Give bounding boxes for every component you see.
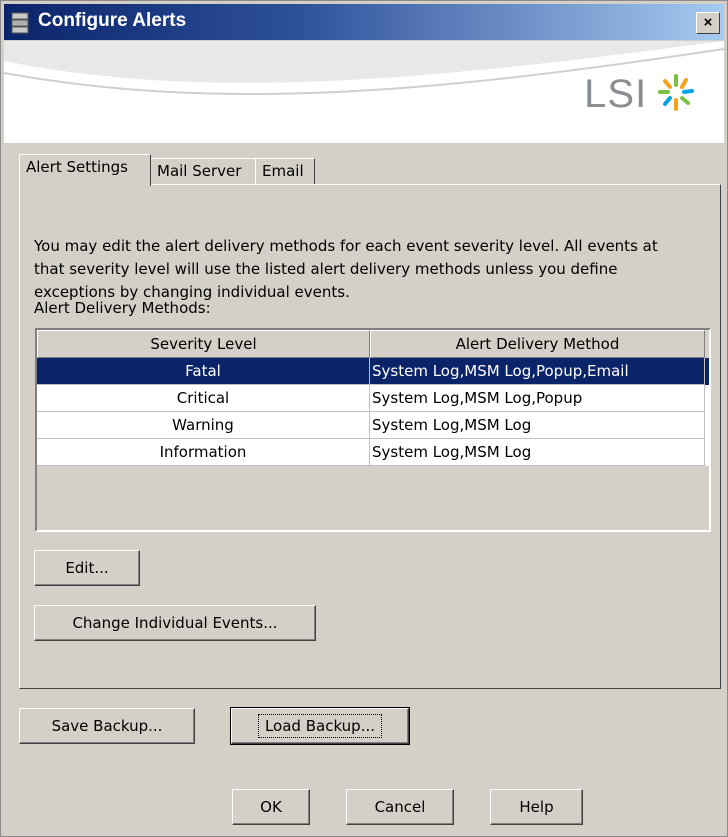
- edit-button[interactable]: Edit...: [34, 550, 140, 586]
- table-row-information[interactable]: Information System Log,MSM Log: [37, 439, 709, 466]
- logo-text: LSI: [584, 72, 648, 116]
- severity-cell: Information: [37, 439, 370, 466]
- severity-cell: Critical: [37, 385, 370, 412]
- tab-email[interactable]: Email: [255, 158, 315, 185]
- column-header-delivery-method[interactable]: Alert Delivery Method: [370, 330, 705, 358]
- table-row-critical[interactable]: Critical System Log,MSM Log,Popup: [37, 385, 709, 412]
- alert-delivery-methods-label: Alert Delivery Methods:: [34, 299, 211, 317]
- configure-alerts-window: Configure Alerts × LSI Alert Settings Ma…: [0, 0, 728, 837]
- description-text: You may edit the alert delivery methods …: [34, 237, 658, 301]
- cancel-button[interactable]: Cancel: [346, 789, 454, 825]
- lsi-logo: LSI: [584, 72, 696, 117]
- method-cell: System Log,MSM Log: [370, 412, 705, 439]
- change-individual-events-button[interactable]: Change Individual Events...: [34, 605, 316, 641]
- tab-mail-server[interactable]: Mail Server: [150, 158, 256, 185]
- save-backup-button[interactable]: Save Backup...: [19, 708, 195, 744]
- title-bar[interactable]: Configure Alerts ×: [4, 4, 724, 40]
- table-row-fatal[interactable]: Fatal System Log,MSM Log,Popup,Email: [37, 358, 709, 385]
- close-button[interactable]: ×: [696, 12, 720, 34]
- table-header: Severity Level Alert Delivery Method: [37, 330, 709, 358]
- table-row-warning[interactable]: Warning System Log,MSM Log: [37, 412, 709, 439]
- help-button[interactable]: Help: [490, 789, 583, 825]
- ok-button[interactable]: OK: [232, 789, 310, 825]
- banner: LSI: [4, 41, 724, 143]
- alert-settings-panel: You may edit the alert delivery methods …: [19, 184, 721, 689]
- load-backup-button[interactable]: Load Backup...: [230, 707, 410, 745]
- column-header-severity[interactable]: Severity Level: [37, 330, 370, 358]
- logo-starburst-icon: [658, 74, 694, 111]
- method-cell: System Log,MSM Log: [370, 439, 705, 466]
- method-cell: System Log,MSM Log,Popup,Email: [370, 358, 705, 385]
- alert-delivery-table: Severity Level Alert Delivery Method Fat…: [35, 328, 711, 532]
- severity-cell: Fatal: [37, 358, 370, 385]
- severity-cell: Warning: [37, 412, 370, 439]
- method-cell: System Log,MSM Log,Popup: [370, 385, 705, 412]
- server-icon: [11, 12, 29, 34]
- tab-alert-settings[interactable]: Alert Settings: [19, 154, 151, 186]
- window-title: Configure Alerts: [38, 10, 187, 31]
- load-backup-label: Load Backup...: [257, 714, 383, 738]
